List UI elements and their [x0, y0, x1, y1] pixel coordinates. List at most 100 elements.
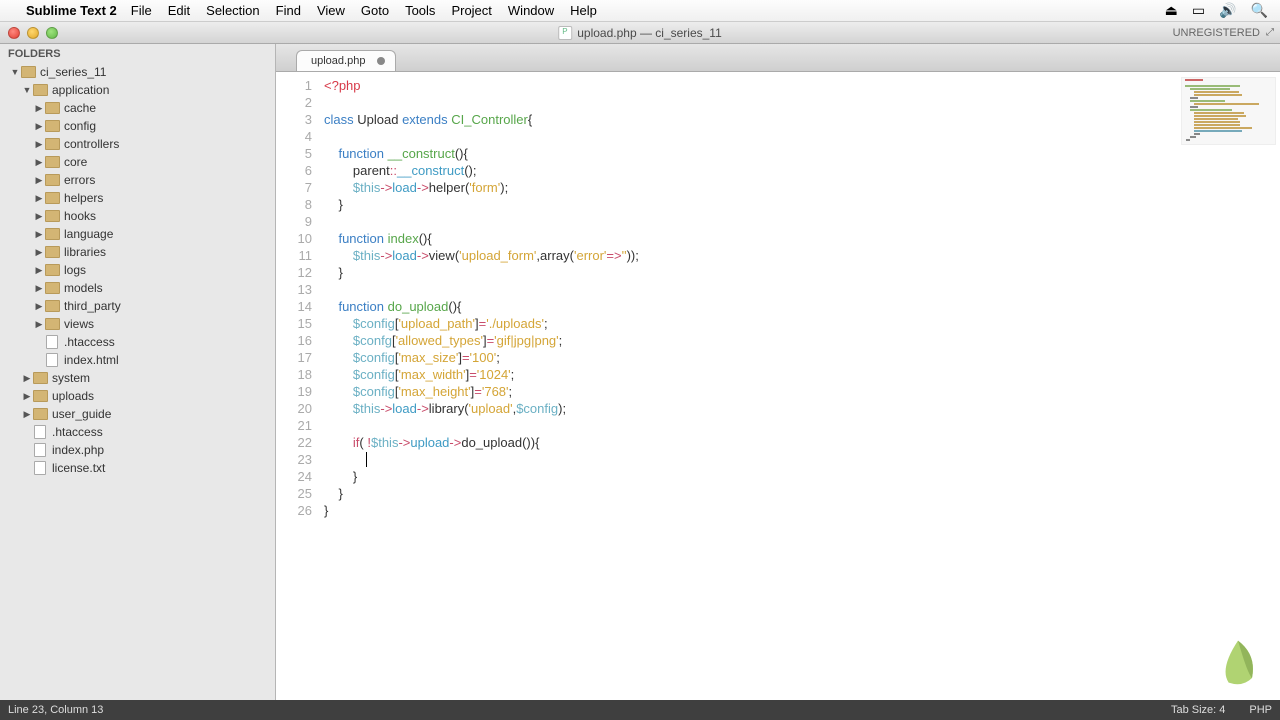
disclosure-icon[interactable]: ▶	[34, 103, 44, 114]
code-line-11[interactable]: $this->load->view('upload_form',array('e…	[324, 247, 1280, 264]
code-line-1[interactable]: <?php	[324, 77, 1280, 94]
window-minimize-button[interactable]	[27, 27, 39, 39]
code-line-21[interactable]	[324, 417, 1280, 434]
tree-item-hooks[interactable]: ▶hooks	[0, 207, 275, 225]
disclosure-icon[interactable]: ▶	[34, 193, 44, 204]
tree-item-helpers[interactable]: ▶helpers	[0, 189, 275, 207]
tree-item-config[interactable]: ▶ config	[0, 117, 275, 135]
spotlight-icon[interactable]: 🔍	[1251, 2, 1268, 19]
menu-goto[interactable]: Goto	[361, 3, 389, 18]
menu-edit[interactable]: Edit	[168, 3, 190, 18]
code-line-18[interactable]: $config['max_width']='1024';	[324, 366, 1280, 383]
volume-icon[interactable]: 🔊	[1219, 2, 1236, 19]
code-line-16[interactable]: $confg['allowed_types']='gif|jpg|png';	[324, 332, 1280, 349]
disclosure-icon[interactable]: ▶	[22, 391, 32, 402]
disclosure-icon[interactable]: ▶	[34, 319, 44, 330]
tree-item-logs[interactable]: ▶logs	[0, 261, 275, 279]
code-line-7[interactable]: $this->load->helper('form');	[324, 179, 1280, 196]
fullscreen-icon[interactable]: ⤢	[1266, 27, 1274, 38]
menu-find[interactable]: Find	[276, 3, 301, 18]
tree-item-libraries[interactable]: ▶libraries	[0, 243, 275, 261]
tree-item-index-php[interactable]: index.php	[0, 441, 275, 459]
tree-item-core[interactable]: ▶ core	[0, 153, 275, 171]
code-line-24[interactable]: }	[324, 468, 1280, 485]
disclosure-icon[interactable]: ▶	[34, 265, 44, 276]
tab-size-selector[interactable]: Tab Size: 4	[1171, 704, 1225, 716]
disclosure-icon[interactable]: ▶	[22, 373, 32, 384]
menu-view[interactable]: View	[317, 3, 345, 18]
tree-item-user-guide[interactable]: ▶user_guide	[0, 405, 275, 423]
code-line-26[interactable]: }	[324, 502, 1280, 519]
code-line-9[interactable]	[324, 213, 1280, 230]
display-icon[interactable]: ▭	[1192, 2, 1205, 19]
folder-sidebar[interactable]: FOLDERS ▼ci_series_11▼application▶cache▶…	[0, 44, 276, 700]
code-line-2[interactable]	[324, 94, 1280, 111]
tree-item-application[interactable]: ▼application	[0, 81, 275, 99]
disclosure-icon[interactable]: ▶	[34, 283, 44, 294]
code-line-3[interactable]: class Upload extends CI_Controller{	[324, 111, 1280, 128]
disclosure-icon[interactable]: ▶	[34, 229, 44, 240]
code-line-23[interactable]	[324, 451, 1280, 468]
folder-icon	[44, 227, 60, 241]
code-line-17[interactable]: $config['max_size']='100';	[324, 349, 1280, 366]
code-line-22[interactable]: if( !$this->upload->do_upload()){	[324, 434, 1280, 451]
tree-item-label: third_party	[64, 299, 121, 313]
disclosure-icon[interactable]: ▶	[22, 409, 32, 420]
tree-item-index-html[interactable]: index.html	[0, 351, 275, 369]
code-line-4[interactable]	[324, 128, 1280, 145]
disclosure-icon[interactable]: ▼	[10, 67, 20, 77]
folder-icon	[44, 263, 60, 277]
tree-item-label: core	[64, 155, 87, 169]
file-icon	[32, 443, 48, 457]
window-close-button[interactable]	[8, 27, 20, 39]
syntax-selector[interactable]: PHP	[1249, 704, 1272, 716]
disclosure-icon[interactable]: ▼	[22, 85, 32, 95]
menu-help[interactable]: Help	[570, 3, 597, 18]
tree-item-controllers[interactable]: ▶controllers	[0, 135, 275, 153]
code-line-25[interactable]: }	[324, 485, 1280, 502]
tab-upload-php[interactable]: upload.php	[296, 50, 396, 71]
disclosure-icon[interactable]: ▶	[34, 211, 44, 222]
tree-item-third-party[interactable]: ▶ third_party	[0, 297, 275, 315]
code-line-20[interactable]: $this->load->library('upload',$config);	[324, 400, 1280, 417]
code-line-5[interactable]: function __construct(){	[324, 145, 1280, 162]
window-zoom-button[interactable]	[46, 27, 58, 39]
tree-item-errors[interactable]: ▶errors	[0, 171, 275, 189]
tree-item-license-txt[interactable]: license.txt	[0, 459, 275, 477]
tree-item-models[interactable]: ▶models	[0, 279, 275, 297]
code-line-12[interactable]: }	[324, 264, 1280, 281]
disclosure-icon[interactable]: ▶	[34, 175, 44, 186]
code-line-6[interactable]: parent::__construct();	[324, 162, 1280, 179]
code-line-19[interactable]: $config['max_height']='768';	[324, 383, 1280, 400]
tree-item-label: config	[64, 119, 96, 133]
tree-item-views[interactable]: ▶views	[0, 315, 275, 333]
code-content[interactable]: <?php class Upload extends CI_Controller{…	[320, 72, 1280, 700]
code-line-10[interactable]: function index(){	[324, 230, 1280, 247]
code-line-14[interactable]: function do_upload(){	[324, 298, 1280, 315]
tree-item-ci-series-11[interactable]: ▼ci_series_11	[0, 63, 275, 81]
menu-project[interactable]: Project	[451, 3, 491, 18]
disclosure-icon[interactable]: ▶	[34, 157, 44, 168]
airplay-icon[interactable]: ⏏	[1165, 2, 1178, 19]
tree-item-uploads[interactable]: ▶uploads	[0, 387, 275, 405]
tree-item--htaccess[interactable]: .htaccess	[0, 423, 275, 441]
code-line-13[interactable]	[324, 281, 1280, 298]
tree-item-cache[interactable]: ▶cache	[0, 99, 275, 117]
code-line-8[interactable]: }	[324, 196, 1280, 213]
tree-item--htaccess[interactable]: .htaccess	[0, 333, 275, 351]
disclosure-icon[interactable]: ▶	[34, 301, 44, 312]
disclosure-icon[interactable]: ▶	[34, 121, 44, 132]
app-name[interactable]: Sublime Text 2	[26, 3, 117, 18]
code-line-15[interactable]: $config['upload_path']='./uploads';	[324, 315, 1280, 332]
tree-item-language[interactable]: ▶language	[0, 225, 275, 243]
minimap[interactable]	[1181, 77, 1276, 145]
disclosure-icon[interactable]: ▶	[34, 247, 44, 258]
window-titlebar: upload.php — ci_series_11 UNREGISTERED ⤢	[0, 22, 1280, 44]
menu-selection[interactable]: Selection	[206, 3, 259, 18]
tree-item-system[interactable]: ▶system	[0, 369, 275, 387]
code-editor[interactable]: 1234567891011121314151617181920212223242…	[276, 72, 1280, 700]
menu-file[interactable]: File	[131, 3, 152, 18]
menu-tools[interactable]: Tools	[405, 3, 435, 18]
menu-window[interactable]: Window	[508, 3, 554, 18]
disclosure-icon[interactable]: ▶	[34, 139, 44, 150]
